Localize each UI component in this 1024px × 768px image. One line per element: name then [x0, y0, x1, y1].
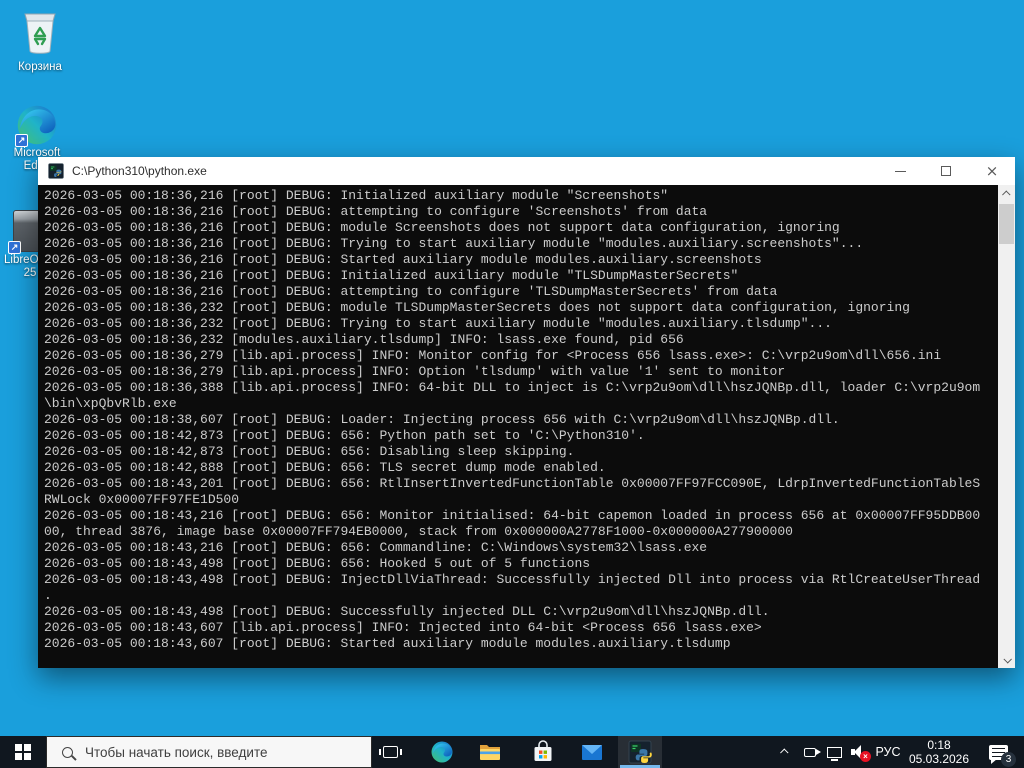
recycle-bin-icon	[17, 8, 63, 56]
tray-language-indicator[interactable]: РУС	[872, 736, 904, 768]
console-line: 00, thread 3876, image base 0x00007FF794…	[44, 524, 980, 540]
mail-icon	[580, 740, 604, 764]
scrollbar[interactable]	[998, 185, 1015, 668]
search-placeholder: Чтобы начать поиск, введите	[85, 745, 267, 760]
console-line: 2026-03-05 00:18:43,498 [root] DEBUG: 65…	[44, 556, 980, 572]
file-explorer-icon	[478, 740, 502, 764]
shortcut-arrow-icon: ↗	[15, 134, 28, 147]
minimize-icon	[895, 171, 906, 172]
console-line: 2026-03-05 00:18:36,232 [root] DEBUG: mo…	[44, 300, 980, 316]
console-line: 2026-03-05 00:18:36,388 [lib.api.process…	[44, 380, 980, 396]
edge-icon	[430, 740, 454, 764]
console-line: 2026-03-05 00:18:42,888 [root] DEBUG: 65…	[44, 460, 980, 476]
console-line: 2026-03-05 00:18:42,873 [root] DEBUG: 65…	[44, 428, 980, 444]
close-button[interactable]: ×	[969, 157, 1015, 185]
console-line: .	[44, 588, 980, 604]
python-console-icon	[628, 740, 652, 764]
scrollbar-thumb[interactable]	[999, 204, 1014, 244]
desktop-icon-label: Корзина	[14, 61, 66, 74]
tray-show-hidden-icons-button[interactable]	[774, 736, 796, 768]
console-line: 2026-03-05 00:18:36,216 [root] DEBUG: In…	[44, 268, 980, 284]
console-line: 2026-03-05 00:18:38,607 [root] DEBUG: Lo…	[44, 412, 980, 428]
taskbar-item-file-explorer[interactable]	[468, 736, 512, 768]
console-line: 2026-03-05 00:18:36,216 [root] DEBUG: St…	[44, 252, 980, 268]
maximize-button[interactable]	[923, 157, 969, 185]
console-line: 2026-03-05 00:18:43,607 [lib.api.process…	[44, 620, 980, 636]
console-line: \bin\xpQbvRlb.exe	[44, 396, 980, 412]
desktop: { "desktop": { "icons": [ { "label1": "К…	[0, 0, 1024, 768]
console-line: 2026-03-05 00:18:36,232 [root] DEBUG: Tr…	[44, 316, 980, 332]
notification-badge: 3	[1001, 752, 1016, 767]
tray-volume-button[interactable]: ×	[846, 736, 872, 768]
search-input[interactable]: Чтобы начать поиск, введите	[46, 736, 372, 768]
shortcut-arrow-icon: ↗	[8, 241, 21, 254]
task-view-button[interactable]	[368, 736, 412, 768]
console-log-text: 2026-03-05 00:18:36,216 [root] DEBUG: In…	[44, 188, 980, 652]
taskbar-item-microsoft-store[interactable]	[521, 736, 565, 768]
console-line: 2026-03-05 00:18:36,279 [lib.api.process…	[44, 364, 980, 380]
window-title: C:\Python310\python.exe	[72, 164, 207, 178]
console-line: 2026-03-05 00:18:43,498 [root] DEBUG: Su…	[44, 604, 980, 620]
console-line: 2026-03-05 00:18:43,201 [root] DEBUG: 65…	[44, 476, 980, 492]
console-line: 2026-03-05 00:18:36,216 [root] DEBUG: at…	[44, 284, 980, 300]
search-icon	[62, 747, 73, 758]
console-line: 2026-03-05 00:18:43,216 [root] DEBUG: 65…	[44, 540, 980, 556]
window-titlebar[interactable]: C:\Python310\python.exe ×	[38, 157, 1015, 185]
console-line: 2026-03-05 00:18:36,232 [modules.auxilia…	[44, 332, 980, 348]
action-center-button[interactable]: 3	[978, 736, 1018, 768]
console-line: 2026-03-05 00:18:43,498 [root] DEBUG: In…	[44, 572, 980, 588]
taskbar-item-mail[interactable]	[570, 736, 614, 768]
maximize-icon	[941, 166, 951, 176]
chevron-up-icon	[780, 748, 788, 756]
desktop-icon-recycle-bin[interactable]: Корзина	[14, 8, 66, 74]
console-line: 2026-03-05 00:18:36,216 [root] DEBUG: mo…	[44, 220, 980, 236]
console-line: 2026-03-05 00:18:36,216 [root] DEBUG: Tr…	[44, 236, 980, 252]
task-view-icon	[383, 746, 398, 758]
console-line: 2026-03-05 00:18:43,216 [root] DEBUG: 65…	[44, 508, 980, 524]
scroll-up-button[interactable]	[998, 185, 1015, 202]
language-label: РУС	[875, 745, 900, 759]
clock-date: 05.03.2026	[909, 752, 969, 766]
console-line: 2026-03-05 00:18:36,279 [lib.api.process…	[44, 348, 980, 364]
console-line: RWLock 0x00007FF97FE1D500	[44, 492, 980, 508]
tray-network-button[interactable]	[822, 736, 846, 768]
tray-clock[interactable]: 0:18 05.03.2026	[904, 736, 974, 768]
close-icon: ×	[986, 164, 999, 179]
speaker-muted-icon: ×	[851, 745, 867, 759]
minimize-button[interactable]	[877, 157, 923, 185]
taskbar-item-python-console[interactable]	[618, 736, 662, 768]
taskbar-item-edge[interactable]	[420, 736, 464, 768]
console-line: 2026-03-05 00:18:36,216 [root] DEBUG: at…	[44, 204, 980, 220]
mute-badge-icon: ×	[860, 751, 871, 762]
windows-logo-icon	[15, 744, 32, 761]
chevron-down-icon	[1003, 655, 1011, 663]
console-line: 2026-03-05 00:18:43,607 [root] DEBUG: St…	[44, 636, 980, 652]
chevron-up-icon	[1002, 190, 1010, 198]
python-console-icon	[48, 163, 64, 179]
microsoft-store-icon	[531, 740, 555, 764]
camera-icon	[804, 748, 816, 757]
scroll-down-button[interactable]	[998, 651, 1015, 668]
console-output: 2026-03-05 00:18:36,216 [root] DEBUG: In…	[38, 185, 1015, 668]
console-line: 2026-03-05 00:18:42,873 [root] DEBUG: 65…	[44, 444, 980, 460]
console-line: 2026-03-05 00:18:36,216 [root] DEBUG: In…	[44, 188, 980, 204]
network-icon	[827, 747, 842, 758]
console-window: C:\Python310\python.exe × 2026-03-05 00:…	[38, 157, 1015, 668]
clock-time: 0:18	[927, 738, 950, 752]
tray-meet-now-button[interactable]	[798, 736, 822, 768]
start-button[interactable]	[0, 736, 46, 768]
taskbar: Чтобы начать поиск, введите	[0, 736, 1024, 768]
